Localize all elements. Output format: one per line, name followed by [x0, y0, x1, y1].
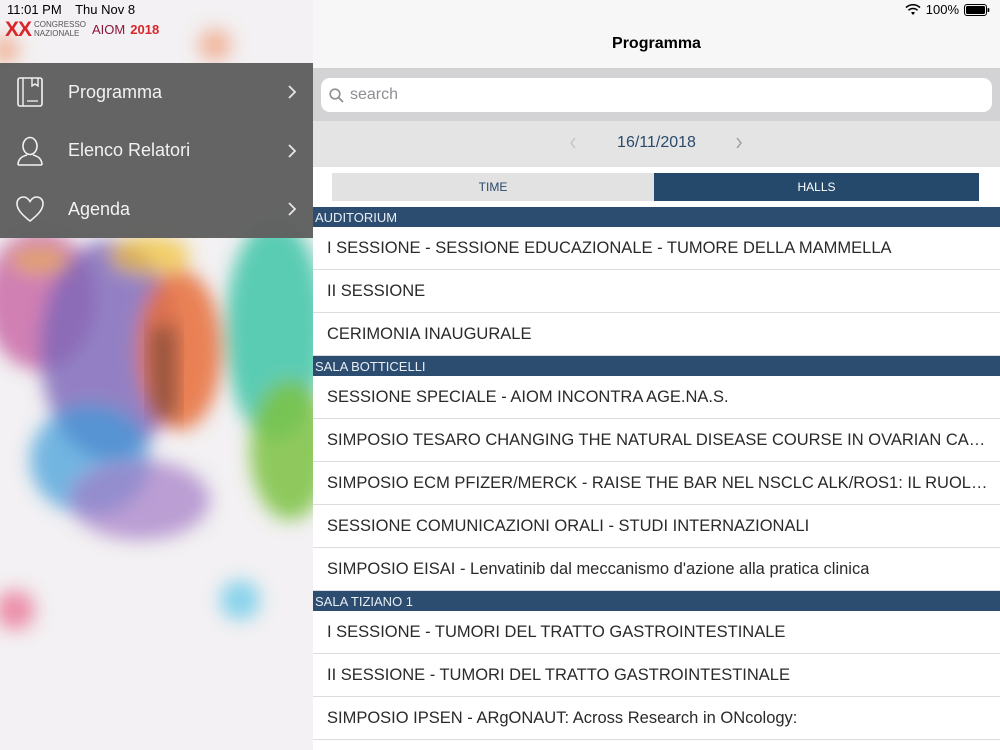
- logo-congresso-line2: NAZIONALE: [34, 29, 80, 38]
- section-header-sala-tiziano-1: SALA TIZIANO 1: [313, 591, 1000, 611]
- session-title: SESSIONE SPECIALE - AIOM INCONTRA AGE.NA…: [327, 387, 729, 406]
- sessions-list: AUDITORIUM I SESSIONE - SESSIONE EDUCAZI…: [313, 207, 1000, 740]
- side-menu-panel: 11:01 PM Thu Nov 8 XX CONGRESSO NAZIONAL…: [0, 0, 313, 750]
- session-row[interactable]: I SESSIONE - TUMORI DEL TRATTO GASTROINT…: [313, 611, 1000, 654]
- chevron-right-icon[interactable]: [735, 137, 743, 149]
- search-field[interactable]: [321, 78, 992, 112]
- tab-halls[interactable]: HALLS: [654, 173, 979, 201]
- congress-logo: XX CONGRESSO NAZIONALE AIOM 2018: [5, 18, 159, 40]
- heart-icon: [15, 194, 45, 224]
- session-row[interactable]: I SESSIONE - SESSIONE EDUCAZIONALE - TUM…: [313, 227, 1000, 270]
- search-input[interactable]: [350, 86, 992, 104]
- menu-item-programma[interactable]: Programma: [0, 63, 313, 122]
- navigation-bar: 100% Programma: [313, 0, 1000, 69]
- logo-xx: XX: [5, 17, 32, 41]
- session-row[interactable]: SIMPOSIO EISAI - Lenvatinib dal meccanis…: [313, 548, 1000, 591]
- search-bar: [313, 69, 1000, 121]
- session-title: II SESSIONE - TUMORI DEL TRATTO GASTROIN…: [327, 665, 790, 684]
- session-title: II SESSIONE: [327, 281, 426, 300]
- status-date: Thu Nov 8: [75, 2, 136, 17]
- session-row[interactable]: SESSIONE SPECIALE - AIOM INCONTRA AGE.NA…: [313, 376, 1000, 419]
- session-title: I SESSIONE - TUMORI DEL TRATTO GASTROINT…: [327, 622, 786, 641]
- menu-item-label: Agenda: [68, 198, 131, 219]
- status-bar-right: 100%: [905, 2, 990, 17]
- session-title: SIMPOSIO IPSEN - ARgONAUT: Across Resear…: [327, 708, 798, 727]
- menu-item-agenda[interactable]: Agenda: [0, 180, 313, 239]
- chevron-right-icon: [288, 202, 297, 216]
- book-icon: [15, 77, 45, 108]
- logo-aiom: AIOM: [92, 21, 126, 37]
- session-title: SIMPOSIO ECM PFIZER/MERCK - RAISE THE BA…: [327, 473, 990, 492]
- status-bar-left: 11:01 PM Thu Nov 8: [7, 2, 145, 17]
- session-row[interactable]: SESSIONE COMUNICAZIONI ORALI - STUDI INT…: [313, 505, 1000, 548]
- date-navigator: 16/11/2018: [313, 121, 1000, 167]
- logo-year: 2018: [130, 21, 160, 37]
- battery-icon: [964, 3, 990, 16]
- view-mode-segmented-control: TIME HALLS: [313, 167, 1000, 207]
- session-row[interactable]: SIMPOSIO TESARO CHANGING THE NATURAL DIS…: [313, 419, 1000, 462]
- session-title: CERIMONIA INAUGURALE: [327, 324, 532, 343]
- battery-percent: 100%: [925, 2, 959, 17]
- chevron-right-icon: [288, 144, 297, 158]
- side-menu: Programma Elenco Relatori Agenda: [0, 63, 313, 238]
- session-row[interactable]: II SESSIONE: [313, 270, 1000, 313]
- page-title: Programma: [612, 35, 701, 52]
- current-date: 16/11/2018: [617, 134, 696, 151]
- session-title: SESSIONE COMUNICAZIONI ORALI - STUDI INT…: [327, 516, 810, 535]
- tab-time[interactable]: TIME: [332, 173, 654, 201]
- menu-item-label: Elenco Relatori: [68, 140, 191, 161]
- search-icon: [329, 87, 344, 103]
- logo-congresso-text: CONGRESSO NAZIONALE: [34, 20, 90, 38]
- session-title: SIMPOSIO TESARO CHANGING THE NATURAL DIS…: [327, 430, 990, 449]
- session-title: I SESSIONE - SESSIONE EDUCAZIONALE - TUM…: [327, 238, 892, 257]
- session-row[interactable]: II SESSIONE - TUMORI DEL TRATTO GASTROIN…: [313, 654, 1000, 697]
- status-time: 11:01 PM: [7, 2, 62, 17]
- main-panel: 100% Programma 16/11/2018 TIME HALLS AUD…: [313, 0, 1000, 750]
- section-header-sala-botticelli: SALA BOTTICELLI: [313, 356, 1000, 376]
- section-header-auditorium: AUDITORIUM: [313, 207, 1000, 227]
- chevron-right-icon: [288, 85, 297, 99]
- menu-item-label: Programma: [68, 81, 163, 102]
- session-title: SIMPOSIO EISAI - Lenvatinib dal meccanis…: [327, 559, 870, 578]
- session-row[interactable]: SIMPOSIO ECM PFIZER/MERCK - RAISE THE BA…: [313, 462, 1000, 505]
- logo-congresso-line1: CONGRESSO: [34, 20, 87, 29]
- session-row[interactable]: CERIMONIA INAUGURALE: [313, 313, 1000, 356]
- wifi-icon: [905, 3, 921, 15]
- session-row[interactable]: SIMPOSIO IPSEN - ARgONAUT: Across Resear…: [313, 697, 1000, 740]
- person-icon: [15, 136, 45, 166]
- menu-item-elenco-relatori[interactable]: Elenco Relatori: [0, 122, 313, 181]
